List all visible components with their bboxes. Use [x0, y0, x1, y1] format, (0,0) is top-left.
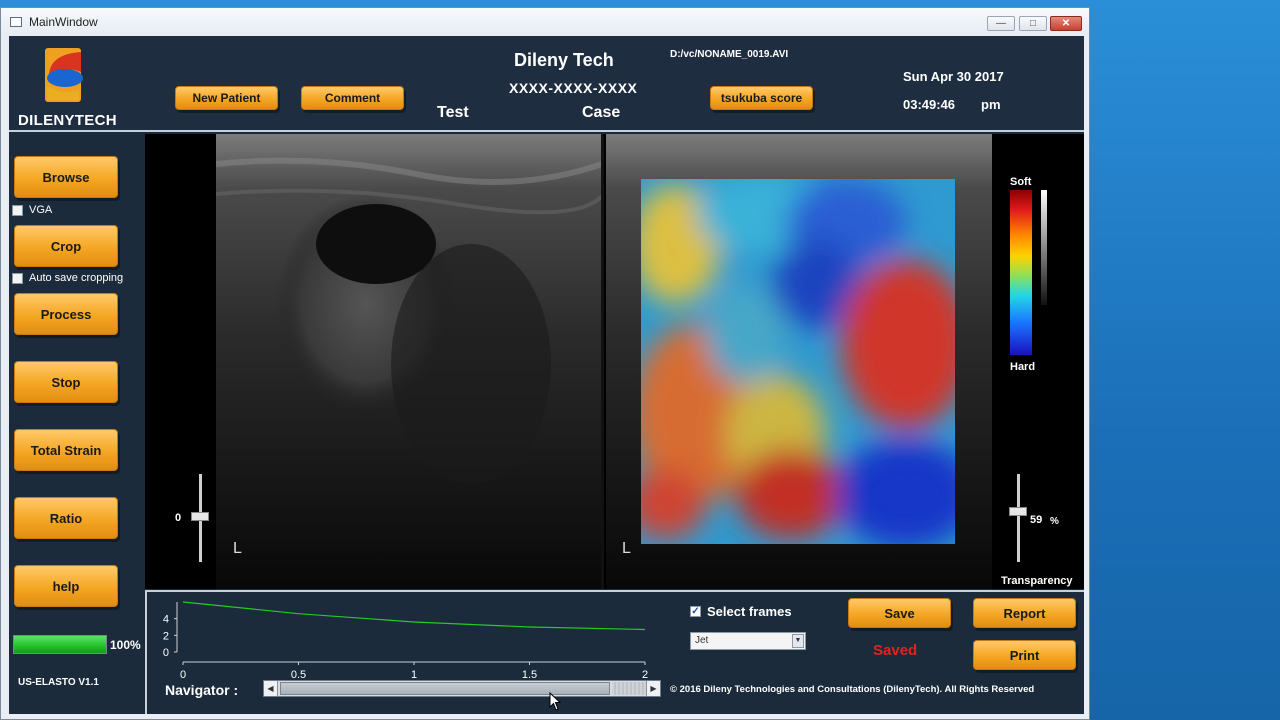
left-slider-value: 0 [175, 512, 182, 524]
company-title: Dileny Tech [514, 50, 614, 70]
y-tick-label: 0 [163, 647, 169, 659]
ultrasound-bmode-image [216, 134, 602, 589]
progress-text: 100% [110, 638, 141, 652]
crop-button[interactable]: Crop [14, 225, 118, 267]
auto-save-label: Auto save cropping [29, 272, 124, 284]
version-label: US-ELASTO V1.1 [18, 677, 99, 688]
patient-id: XXXX-XXXX-XXXX [509, 80, 638, 96]
test-label: Test [437, 104, 469, 121]
close-button[interactable]: ✕ [1050, 16, 1082, 31]
hard-label: Hard [1010, 361, 1036, 373]
app-client-area: DILENYTECH New Patient Comment tsukuba s… [9, 36, 1084, 714]
new-patient-button[interactable]: New Patient [175, 86, 278, 110]
bottom-panel: 4 2 0 0 0.5 1 1.5 2 Navigator : ◀ ▶ ✓ Select fr… [145, 590, 1084, 714]
y-tick-label: 4 [163, 614, 169, 626]
navigator-label: Navigator : [165, 682, 239, 698]
stop-button[interactable]: Stop [14, 361, 118, 403]
vga-label: VGA [29, 204, 53, 216]
title-bar[interactable]: MainWindow — □ ✕ [1, 8, 1089, 36]
print-button[interactable]: Print [973, 640, 1076, 670]
ratio-button[interactable]: Ratio [14, 497, 118, 539]
strain-chart: 4200 0.5 1 1.5 2 [163, 601, 648, 681]
vga-checkbox-row[interactable]: VGA [12, 204, 52, 216]
file-path: D:/vc/NONAME_0019.AVI [670, 49, 789, 60]
dilenytech-logo-icon [45, 48, 83, 102]
soft-label: Soft [1010, 176, 1032, 188]
colormap-select-value: Jet [695, 635, 709, 646]
date-display: Sun Apr 30 2017 [903, 69, 1004, 84]
auto-save-checkbox-row[interactable]: Auto save cropping [12, 272, 123, 284]
transparency-value: 59 [1030, 514, 1043, 526]
y-tick-label: 2 [163, 630, 169, 642]
transparency-slider-track[interactable] [1017, 474, 1020, 562]
auto-save-checkbox[interactable] [12, 272, 23, 284]
mouse-cursor-icon [549, 692, 562, 711]
grayscale-bar [1041, 190, 1047, 305]
transparency-unit: % [1050, 516, 1059, 527]
time-display: 03:49:46 [903, 97, 956, 112]
saved-status: Saved [873, 642, 918, 659]
navigator-left-arrow[interactable]: ◀ [264, 681, 278, 696]
case-label: Case [582, 104, 621, 121]
select-frames-checkbox[interactable]: ✓ [690, 606, 701, 617]
viewer-divider [601, 134, 604, 589]
help-button[interactable]: help [14, 565, 118, 607]
series-line [182, 601, 646, 631]
browse-button[interactable]: Browse [14, 156, 118, 198]
window-app-icon [10, 17, 22, 27]
navigator-scrollbar[interactable]: ◀ ▶ [263, 680, 661, 697]
process-button[interactable]: Process [14, 293, 118, 335]
select-frames-row[interactable]: ✓ Select frames [690, 604, 792, 619]
maximize-button[interactable]: □ [1019, 16, 1047, 31]
minimize-button[interactable]: — [987, 16, 1015, 31]
navigator-right-arrow[interactable]: ▶ [646, 681, 660, 696]
transparency-label: Transparency [1001, 575, 1073, 587]
ultrasound-elastography-image [606, 134, 992, 589]
progress-bar [13, 635, 107, 654]
window-title: MainWindow [29, 15, 98, 29]
save-button[interactable]: Save [848, 598, 951, 628]
sidebar: Browse VGA Crop Auto save cropping Proce… [9, 134, 145, 714]
navigator-track[interactable] [612, 682, 646, 695]
brand-name: DILENYTECH [18, 112, 117, 129]
progress-fill [14, 636, 106, 653]
copyright-text: © 2016 Dileny Technologies and Consultat… [670, 684, 1035, 695]
x-tick-label: 0 [180, 669, 186, 681]
colormap-scale [1010, 190, 1032, 355]
main-window: MainWindow — □ ✕ DILENYTECH New Patient … [0, 7, 1090, 720]
transparency-slider-handle[interactable] [1009, 507, 1027, 516]
vga-checkbox[interactable] [12, 204, 23, 216]
image-viewer: 0 L L Soft Hard 59 % Transparency [145, 134, 1084, 589]
left-slider-handle[interactable] [191, 512, 209, 521]
tsukuba-score-button[interactable]: tsukuba score [710, 86, 813, 110]
header-bar: DILENYTECH New Patient Comment tsukuba s… [9, 36, 1084, 132]
colormap-select[interactable]: Jet ▼ [690, 632, 806, 650]
select-frames-label: Select frames [707, 604, 792, 619]
left-marker: L [233, 540, 242, 557]
report-button[interactable]: Report [973, 598, 1076, 628]
total-strain-button[interactable]: Total Strain [14, 429, 118, 471]
chevron-down-icon: ▼ [792, 634, 804, 648]
ampm-display: pm [981, 97, 1001, 112]
comment-button[interactable]: Comment [301, 86, 404, 110]
right-marker: L [622, 540, 631, 557]
